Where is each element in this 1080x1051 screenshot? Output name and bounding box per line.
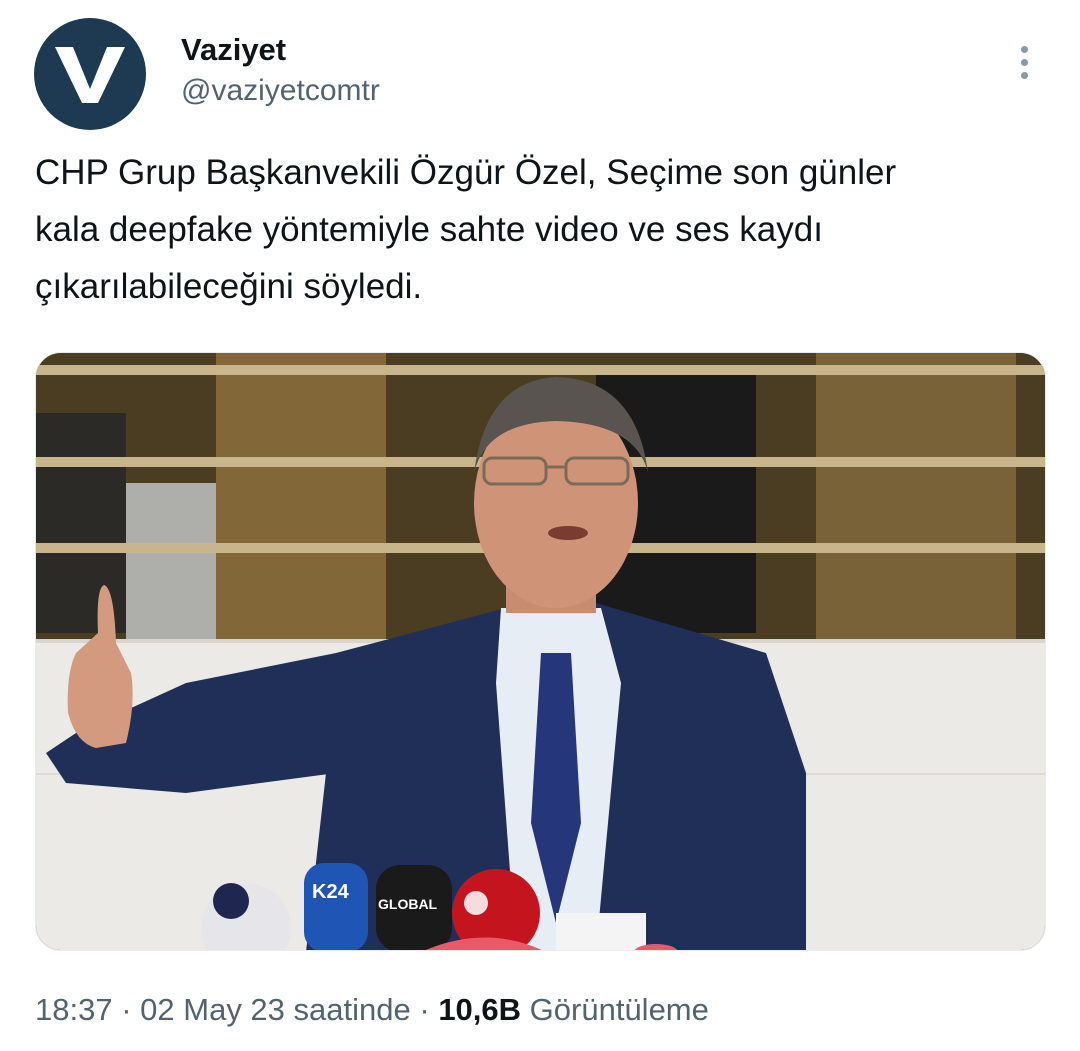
vertical-ellipsis-icon — [1020, 45, 1028, 53]
tweet-text: CHP Grup Başkanvekili Özgür Özel, Seçime… — [35, 153, 897, 306]
vaziyet-logo-icon — [55, 47, 125, 103]
more-options-button[interactable] — [1004, 40, 1044, 84]
press-conference-photo: K24 GLOBAL — [36, 353, 1045, 950]
tweet-time[interactable]: 18:37 — [35, 992, 113, 1027]
meta-separator: · — [121, 992, 132, 1027]
avatar[interactable] — [34, 18, 146, 130]
author-handle[interactable]: @vaziyetcomtr — [181, 73, 380, 109]
tweet-photo[interactable]: K24 GLOBAL — [35, 352, 1046, 951]
tweet-date[interactable]: 02 May 23 saatinde — [140, 992, 411, 1027]
views-label: Görüntüleme — [529, 992, 709, 1027]
meta-separator: · — [419, 992, 430, 1027]
global-mic-label: GLOBAL — [378, 896, 438, 912]
k24-mic-label: K24 — [312, 881, 350, 903]
author-display-name[interactable]: Vaziyet — [181, 32, 286, 68]
tweet-meta: 18:37 · 02 May 23 saatinde · 10,6B Görün… — [35, 990, 709, 1030]
ellipsis-dot — [1020, 71, 1028, 79]
ellipsis-dot — [1020, 58, 1028, 66]
views-count: 10,6B — [438, 992, 522, 1027]
